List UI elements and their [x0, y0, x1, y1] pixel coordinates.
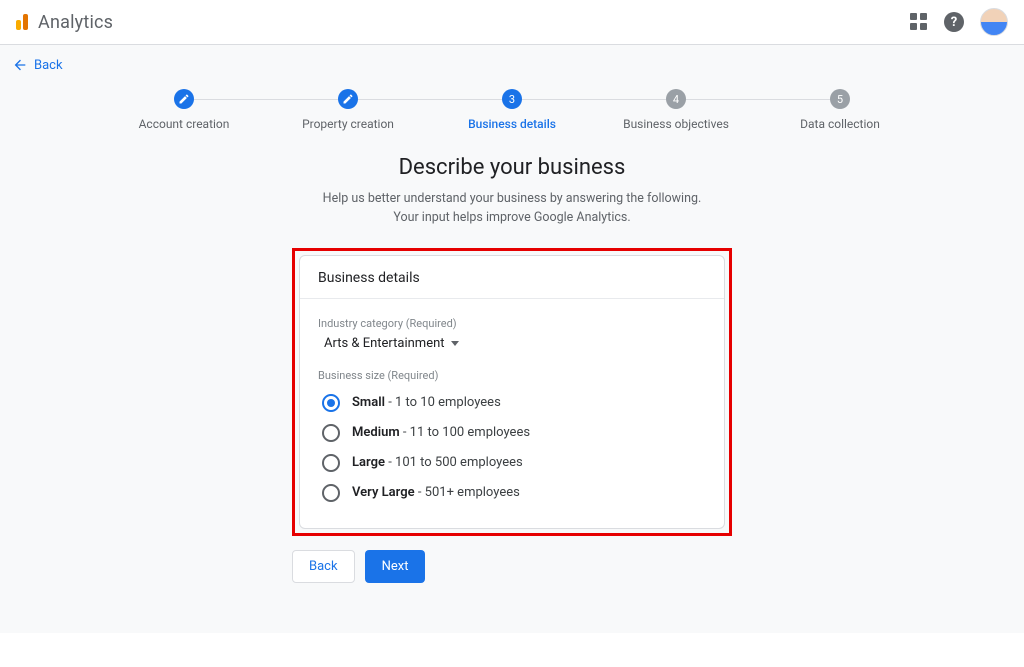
step-circle: 5	[830, 89, 850, 109]
back-link-label: Back	[34, 58, 63, 73]
size-option-medium[interactable]: Medium - 11 to 100 employees	[318, 418, 706, 448]
content-area: Back Account creation Property creation …	[0, 45, 1024, 633]
step-business-objectives[interactable]: 4 Business objectives	[594, 89, 758, 131]
radio-icon	[322, 454, 340, 472]
back-link[interactable]: Back	[0, 49, 1024, 81]
step-label: Business objectives	[623, 117, 729, 131]
help-icon[interactable]: ?	[944, 12, 964, 32]
step-label: Data collection	[800, 117, 880, 131]
industry-label: Industry category (Required)	[318, 317, 706, 330]
next-button[interactable]: Next	[365, 550, 426, 583]
step-business-details[interactable]: 3 Business details	[430, 89, 594, 131]
main: Describe your business Help us better un…	[292, 155, 732, 536]
size-option-text: Medium - 11 to 100 employees	[352, 425, 530, 440]
business-details-card: Business details Industry category (Requ…	[299, 255, 725, 529]
size-option-large[interactable]: Large - 101 to 500 employees	[318, 448, 706, 478]
size-option-very-large[interactable]: Very Large - 501+ employees	[318, 478, 706, 508]
page-subtitle-2: Your input helps improve Google Analytic…	[292, 209, 732, 228]
pencil-icon	[342, 93, 354, 105]
step-property-creation[interactable]: Property creation	[266, 89, 430, 131]
step-account-creation[interactable]: Account creation	[102, 89, 266, 131]
step-circle	[174, 89, 194, 109]
size-option-text: Small - 1 to 10 employees	[352, 395, 501, 410]
radio-icon	[322, 394, 340, 412]
page-subtitle-1: Help us better understand your business …	[292, 190, 732, 209]
back-button[interactable]: Back	[292, 550, 355, 583]
step-circle: 4	[666, 89, 686, 109]
chevron-down-icon	[451, 341, 459, 346]
header-left: Analytics	[16, 12, 113, 33]
apps-grid-icon[interactable]	[910, 13, 928, 31]
step-data-collection[interactable]: 5 Data collection	[758, 89, 922, 131]
size-option-text: Very Large - 501+ employees	[352, 485, 520, 500]
step-circle	[338, 89, 358, 109]
analytics-logo-icon	[16, 14, 28, 30]
size-option-text: Large - 101 to 500 employees	[352, 455, 523, 470]
header-right: ?	[910, 8, 1008, 36]
business-size-label: Business size (Required)	[318, 369, 706, 382]
app-header: Analytics ?	[0, 0, 1024, 45]
industry-select[interactable]: Arts & Entertainment	[318, 336, 706, 351]
arrow-left-icon	[12, 57, 28, 73]
radio-icon	[322, 484, 340, 502]
app-name: Analytics	[38, 12, 113, 33]
step-label: Account creation	[139, 117, 230, 131]
pencil-icon	[178, 93, 190, 105]
wizard-actions: Back Next	[292, 550, 732, 583]
card-title: Business details	[300, 256, 724, 299]
progress-stepper: Account creation Property creation 3 Bus…	[102, 89, 922, 131]
user-avatar[interactable]	[980, 8, 1008, 36]
size-option-small[interactable]: Small - 1 to 10 employees	[318, 388, 706, 418]
step-label: Property creation	[302, 117, 394, 131]
step-label: Business details	[468, 117, 556, 131]
step-circle: 3	[502, 89, 522, 109]
industry-value: Arts & Entertainment	[324, 336, 445, 351]
radio-icon	[322, 424, 340, 442]
card-body: Industry category (Required) Arts & Ente…	[300, 299, 724, 528]
highlight-box: Business details Industry category (Requ…	[292, 248, 732, 536]
page-title: Describe your business	[292, 155, 732, 180]
